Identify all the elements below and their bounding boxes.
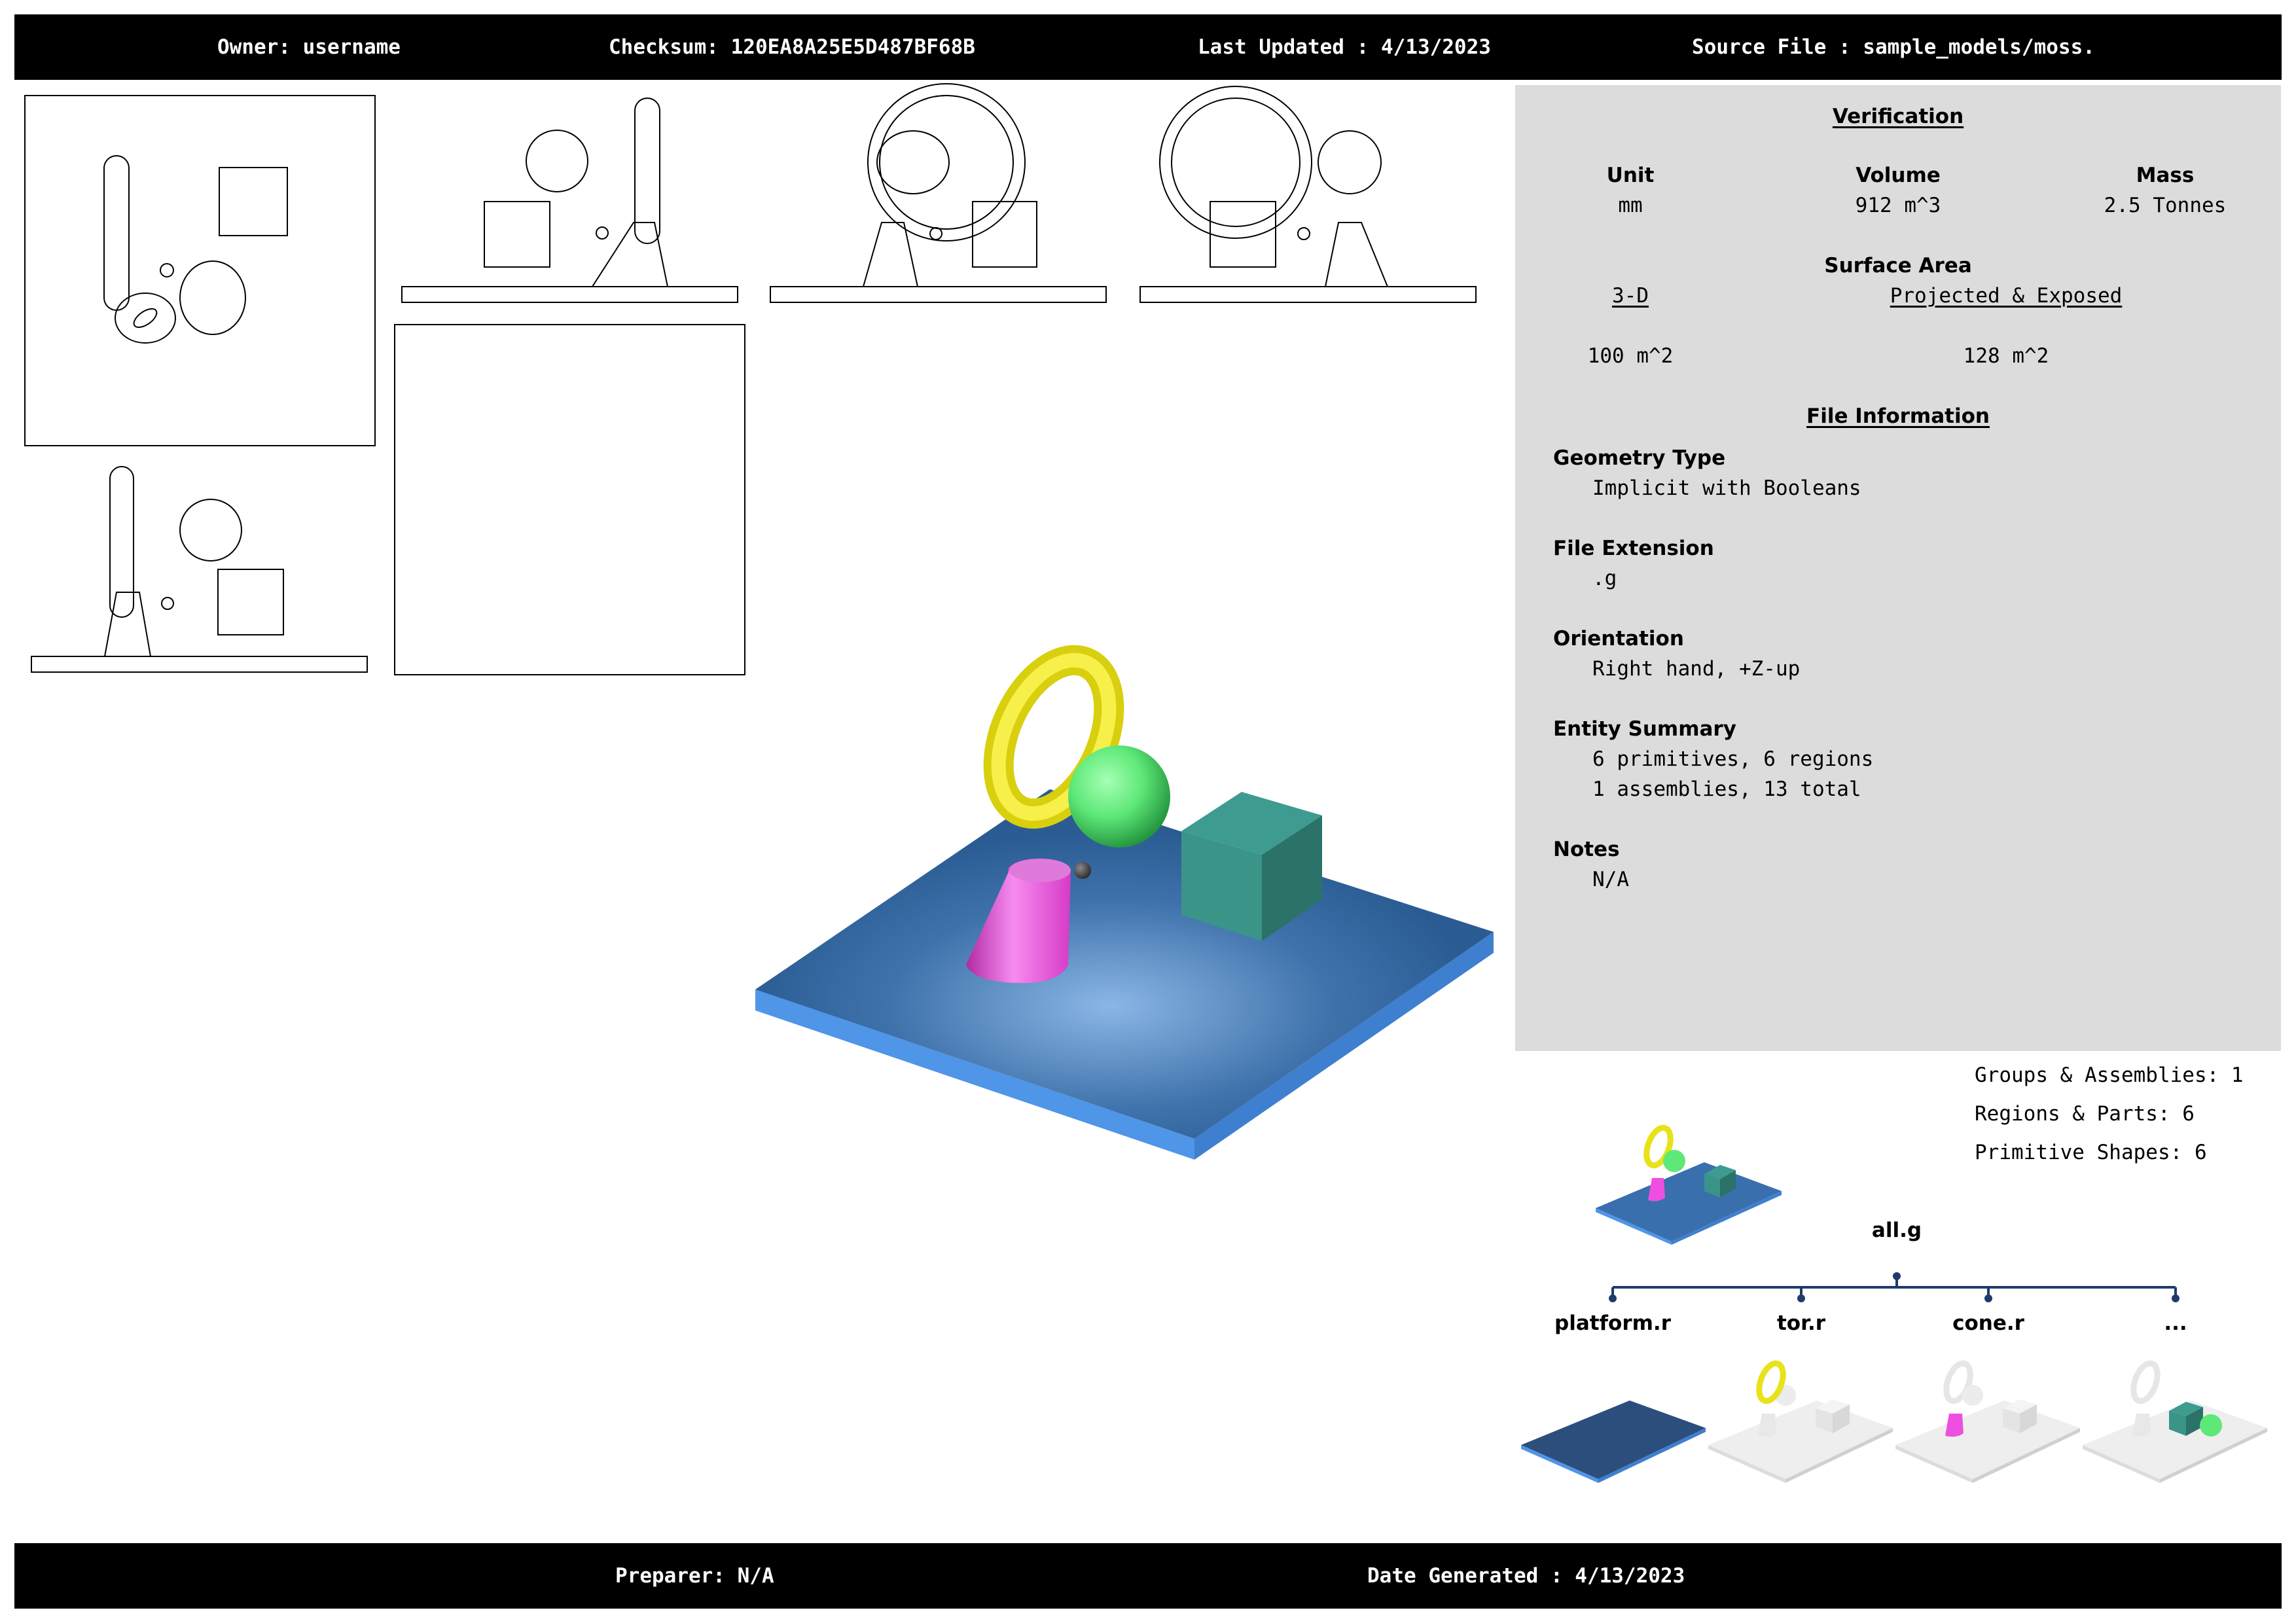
small-sphere [1074,862,1091,879]
source-file-text: Source File : sample_models/moss. [1692,35,2095,59]
sa-3d-label: 3-D [1612,284,1649,308]
more-thumbnail [2080,1348,2270,1486]
sphere [1068,745,1170,847]
right-side-view-drawing [1139,86,1477,303]
right-side-view [1139,86,1477,305]
isometric-render [753,622,1499,1160]
header-bar: Owner: username Checksum: 120EA8A25E5D48… [14,14,2282,80]
file-info-title: File Information [1806,404,1990,428]
sa-3d-value: 100 m^2 [1587,344,1674,368]
mass-label: Mass [2136,164,2195,187]
date-generated-text: Date Generated : 4/13/2023 [1367,1564,1685,1588]
notes-value: N/A [1592,868,1629,891]
volume-label: Volume [1856,164,1941,187]
footer-bar: Preparer: N/A Date Generated : 4/13/2023 [14,1543,2282,1609]
regions-count: Regions & Parts: 6 [1975,1102,2195,1126]
platform-thumbnail-drawing [1521,1400,1706,1483]
verification-panel: Verification Unit Volume Mass mm 912 m^3… [1515,85,2281,1051]
tor-thumbnail-drawing [1708,1360,1893,1483]
tree-connector-lines [1609,1272,2179,1302]
geometry-type-label: Geometry Type [1553,446,1726,470]
cone-thumbnail-drawing [1895,1360,2080,1483]
empty-view [394,324,745,675]
entity-summary-line1: 6 primitives, 6 regions [1592,747,1874,771]
sa-projected-value: 128 m^2 [1963,344,2049,368]
verification-title: Verification [1832,105,1964,128]
top-view-drawing [24,95,376,446]
rear-view-drawing [770,83,1107,303]
tree-child-platform: platform.r [1554,1311,1671,1335]
owner-text: Owner: username [217,35,401,59]
preparer-text: Preparer: N/A [615,1564,774,1588]
isometric-render-drawing [755,645,1494,1160]
unit-value: mm [1618,194,1643,217]
left-side-view-drawing [31,466,368,673]
tree-child-cone: cone.r [1952,1311,2024,1335]
file-extension-value: .g [1592,567,1617,590]
entity-summary-line2: 1 assemblies, 13 total [1592,777,1861,801]
model-thumbnail [1593,1113,1789,1247]
front-view-drawing [401,98,738,303]
geometry-type-value: Implicit with Booleans [1592,476,1861,500]
empty-view-frame [394,324,745,675]
checksum-text: Checksum: 120EA8A25E5D487BF68B [609,35,975,59]
surface-area-label: Surface Area [1824,254,1972,277]
entity-summary-label: Entity Summary [1553,717,1736,741]
rear-view [770,83,1107,305]
tor-thumbnail [1706,1348,1895,1486]
file-extension-label: File Extension [1553,537,1714,560]
top-view [24,95,376,446]
last-updated-text: Last Updated : 4/13/2023 [1198,35,1491,59]
cone-thumbnail [1893,1348,2083,1486]
model-thumbnail-drawing [1596,1124,1782,1245]
tree-child-more: ... [2164,1311,2187,1335]
unit-label: Unit [1606,164,1655,187]
sa-projected-label: Projected & Exposed [1890,284,2123,308]
volume-value: 912 m^3 [1855,194,1941,217]
front-view [401,96,738,305]
tree-root-label: all.g [1871,1219,1922,1242]
tree-child-tor: tor.r [1776,1311,1826,1335]
orientation-value: Right hand, +Z-up [1592,657,1801,681]
tree-connectors [1604,1270,2193,1309]
orientation-label: Orientation [1553,627,1684,651]
primitives-count: Primitive Shapes: 6 [1975,1141,2207,1164]
platform-thumbnail [1518,1348,1708,1486]
groups-count: Groups & Assemblies: 1 [1975,1063,2244,1087]
notes-label: Notes [1553,838,1620,861]
left-side-view [31,461,368,674]
more-thumbnail-drawing [2083,1360,2267,1483]
mass-value: 2.5 Tonnes [2104,194,2227,217]
